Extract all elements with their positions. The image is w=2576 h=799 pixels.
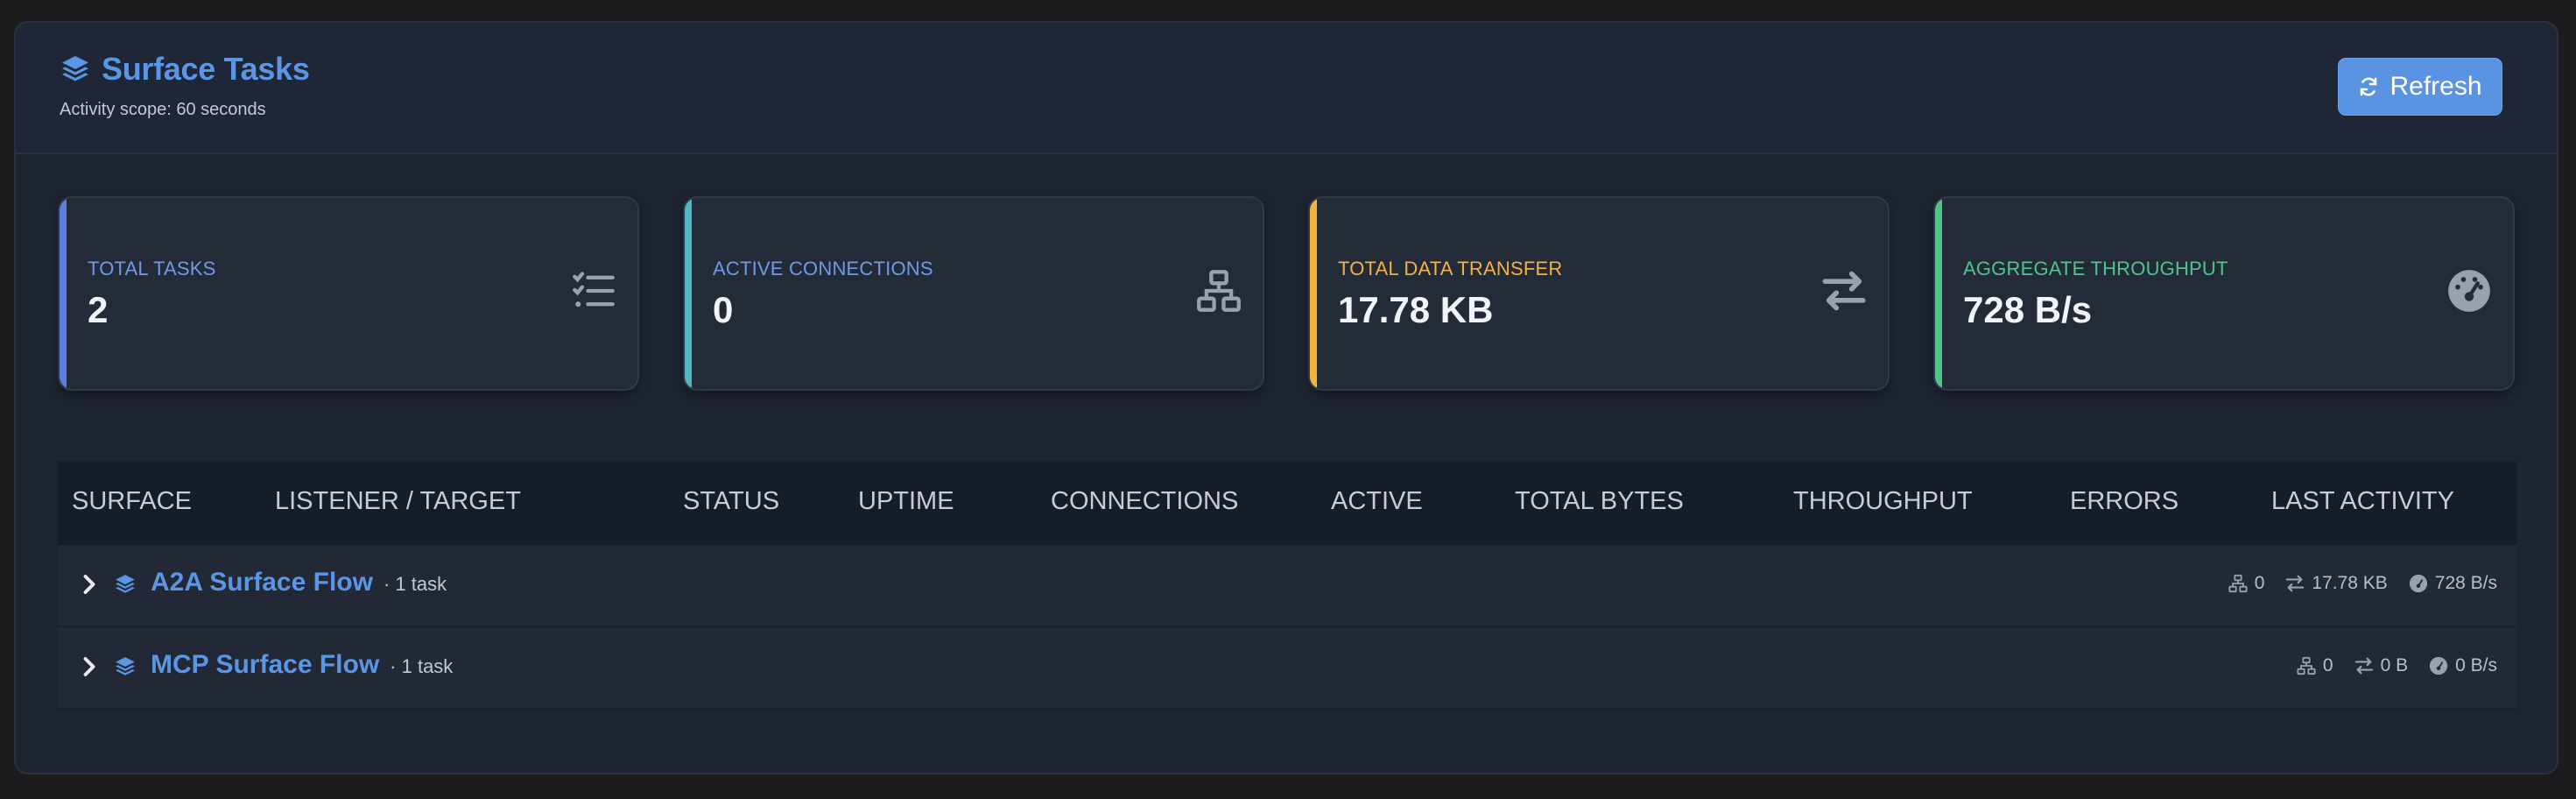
group-stats: 0 17.78 KB 728 B/s	[2207, 573, 2497, 594]
page-title: Surface Tasks	[102, 51, 310, 87]
card-label: Total Tasks	[88, 258, 216, 279]
exchange-icon	[2286, 575, 2305, 592]
connections-value: 0	[2322, 655, 2333, 675]
column-header-surface[interactable]: Surface	[72, 487, 192, 516]
gauge-icon	[2430, 656, 2448, 675]
bytes-stat: 0 B	[2354, 655, 2409, 676]
refresh-button[interactable]: Refresh	[2338, 58, 2502, 116]
card-value: 728 B/s	[1963, 289, 2093, 330]
table-row[interactable]: A2A Surface Flow · 1 task 0 17.78 KB 728…	[58, 545, 2516, 627]
column-header-last-activity[interactable]: Last Activity	[2271, 487, 2454, 516]
chevron-right-icon[interactable]	[79, 654, 100, 680]
layers-icon	[62, 56, 88, 81]
column-header-active[interactable]: Active	[1331, 487, 1423, 516]
connections-stat: 0	[2228, 573, 2265, 594]
refresh-icon	[2361, 77, 2377, 96]
refresh-label: Refresh	[2389, 72, 2482, 101]
layers-icon	[116, 657, 135, 675]
column-header-total-bytes[interactable]: Total Bytes	[1515, 487, 1684, 516]
layers-icon	[116, 575, 135, 593]
tasks-icon	[573, 272, 615, 308]
column-header-throughput[interactable]: Throughput	[1793, 487, 1973, 516]
column-header-status[interactable]: Status	[683, 487, 779, 516]
total-tasks-card: Total Tasks 2	[58, 196, 639, 391]
column-header-connections[interactable]: Connections	[1051, 487, 1238, 516]
activity-scope-text: Activity scope: 60 seconds	[60, 100, 266, 119]
title-block: Surface Tasks Activity scope: 60 seconds	[60, 51, 310, 120]
card-value: 0	[713, 289, 734, 330]
group-stats: 0 0 B 0 B/s	[2276, 655, 2497, 676]
chevron-right-icon[interactable]	[79, 571, 100, 597]
throughput-value: 0 B/s	[2455, 655, 2497, 675]
aggregate-throughput-card: Aggregate Throughput 728 B/s	[1933, 196, 2515, 391]
throughput-value: 728 B/s	[2434, 573, 2497, 593]
network-icon	[2297, 656, 2316, 675]
card-value: 17.78 KB	[1338, 289, 1494, 330]
task-count: · 1 task	[390, 655, 454, 677]
card-accent-bar	[1310, 198, 1317, 389]
bytes-value: 0 B	[2380, 655, 2409, 675]
card-value: 2	[88, 289, 109, 330]
total-data-transfer-card: Total Data Transfer 17.78 KB	[1308, 196, 1890, 391]
bytes-value: 17.78 KB	[2312, 573, 2388, 593]
table-header: Surface Listener / Target Status Uptime …	[58, 461, 2516, 545]
column-header-errors[interactable]: Errors	[2070, 487, 2178, 516]
card-label: Active Connections	[713, 258, 933, 279]
task-count: · 1 task	[383, 573, 447, 595]
group-name-text: A2A Surface Flow	[151, 568, 373, 597]
group-name[interactable]: MCP Surface Flow · 1 task	[151, 650, 453, 680]
card-accent-bar	[685, 198, 692, 389]
card-label: Aggregate Throughput	[1963, 258, 2228, 279]
panel-header: Surface Tasks Activity scope: 60 seconds…	[16, 23, 2557, 154]
surface-tasks-panel: Surface Tasks Activity scope: 60 seconds…	[14, 21, 2558, 774]
gauge-icon	[2448, 270, 2490, 312]
throughput-stat: 728 B/s	[2409, 573, 2497, 594]
card-accent-bar	[1935, 198, 1942, 389]
card-label: Total Data Transfer	[1338, 258, 1563, 279]
exchange-icon	[1822, 271, 1866, 311]
group-name-text: MCP Surface Flow	[151, 650, 380, 679]
group-name[interactable]: A2A Surface Flow · 1 task	[151, 568, 447, 597]
throughput-stat: 0 B/s	[2429, 655, 2497, 676]
bytes-stat: 17.78 KB	[2285, 573, 2388, 594]
column-header-uptime[interactable]: Uptime	[858, 487, 954, 516]
table-row[interactable]: MCP Surface Flow · 1 task 0 0 B 0 B/s	[58, 627, 2516, 710]
column-header-listener-target[interactable]: Listener / Target	[275, 487, 521, 516]
connections-stat: 0	[2297, 655, 2333, 676]
active-connections-card: Active Connections 0	[683, 196, 1264, 391]
network-icon	[2228, 574, 2248, 593]
connections-value: 0	[2254, 573, 2265, 593]
gauge-icon	[2409, 574, 2427, 593]
card-accent-bar	[60, 198, 67, 389]
network-icon	[1197, 270, 1241, 312]
exchange-icon	[2354, 657, 2373, 675]
